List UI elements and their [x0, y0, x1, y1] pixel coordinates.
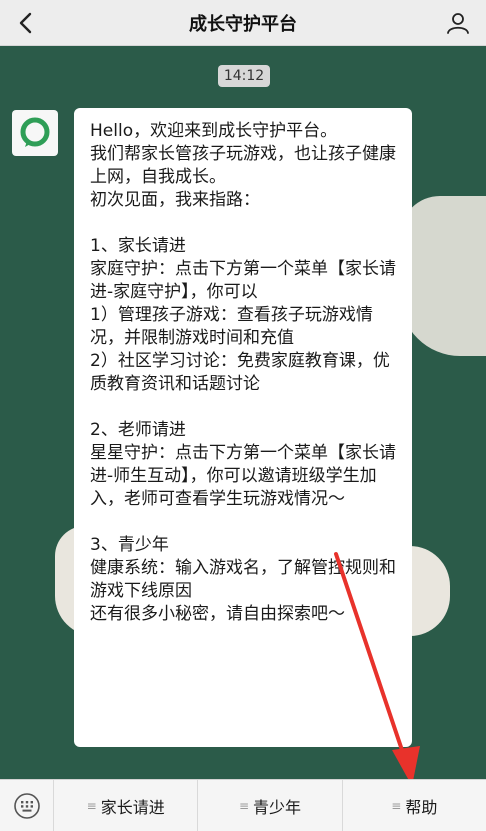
- message-line: 1）管理孩子游戏：查看孩子玩游戏情况，并限制游戏时间和充值: [90, 305, 373, 348]
- profile-button[interactable]: [444, 9, 472, 37]
- menu-label: 青少年: [253, 797, 302, 817]
- message-line: 3、青少年: [90, 535, 169, 555]
- top-bar: 成长守护平台: [0, 0, 486, 46]
- message-line: 2）社区学习讨论：免费家庭教育课，优质教育资讯和话题讨论: [90, 351, 390, 394]
- menu-label: 帮助: [405, 797, 438, 817]
- message-line: 家庭守护：点击下方第一个菜单【家长请进-家庭守护】，你可以: [90, 259, 396, 302]
- menu-help[interactable]: ≡ 帮助: [343, 780, 486, 831]
- message-line: ​: [90, 212, 398, 235]
- person-icon: [447, 13, 469, 34]
- message-bubble[interactable]: Hello，欢迎来到成长守护平台。 我们帮家长管孩子玩游戏，也让孩子健康上网，自…: [74, 108, 412, 747]
- message-line: 健康系统：输入游戏名，了解管控规则和游戏下线原因: [90, 558, 396, 601]
- message-timestamp: 14:12: [218, 65, 270, 87]
- keyboard-icon: [13, 792, 40, 819]
- background-decoration: [400, 196, 486, 356]
- message-line: 初次见面，我来指路：: [90, 190, 260, 210]
- chevron-left-icon: [19, 12, 32, 34]
- bottom-menu-bar: ≡ 家长请进 ≡ 青少年 ≡ 帮助: [0, 779, 486, 831]
- message-line: ​: [90, 511, 398, 534]
- back-button[interactable]: [12, 9, 40, 37]
- message-line: Hello，欢迎来到成长守护平台。: [90, 121, 338, 141]
- menu-youth[interactable]: ≡ 青少年: [198, 779, 343, 831]
- keyboard-toggle-button[interactable]: [0, 779, 54, 831]
- message-line: 还有很多小秘密，请自由探索吧～: [90, 604, 345, 624]
- page-title: 成长守护平台: [189, 13, 297, 35]
- message-line: ​: [90, 396, 398, 419]
- chat-area[interactable]: 14:12 Hello，欢迎来到成长守护平台。 我们帮家长管孩子玩游戏，也让孩子…: [0, 46, 486, 779]
- message-line: 我们帮家长管孩子玩游戏，也让孩子健康上网，自我成长。: [90, 144, 396, 187]
- menu-parents[interactable]: ≡ 家长请进: [54, 779, 199, 831]
- avatar[interactable]: [12, 110, 58, 156]
- message-line: 2、老师请进: [90, 420, 186, 440]
- menu-lines-icon: ≡: [391, 798, 402, 813]
- menu-label: 家长请进: [100, 797, 165, 817]
- menu-lines-icon: ≡: [86, 798, 97, 813]
- message-line: 1、家长请进: [90, 236, 186, 256]
- menu-lines-icon: ≡: [238, 798, 250, 813]
- message-line: 星星守护：点击下方第一个菜单【家长请进-师生互动】，你可以邀请班级学生加入，老师…: [90, 443, 396, 509]
- chat-bubble-icon: [20, 117, 50, 147]
